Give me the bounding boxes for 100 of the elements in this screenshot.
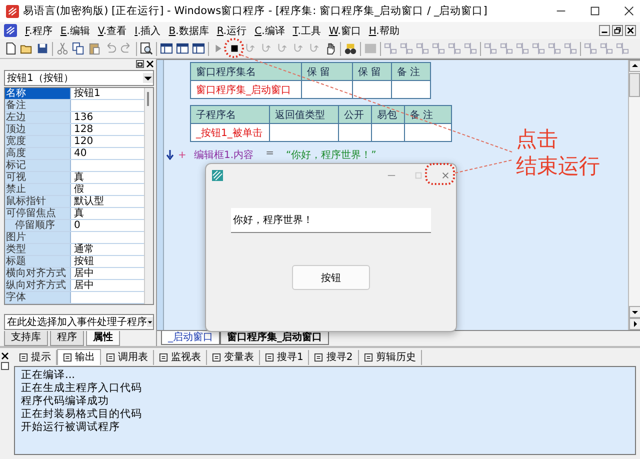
align-icon[interactable] [564, 42, 576, 55]
copy-icon[interactable] [72, 42, 84, 55]
property-name[interactable]: 类型 [5, 244, 70, 255]
object-selector[interactable]: 按钮1（按钮） [4, 70, 154, 86]
align-icon[interactable] [416, 42, 428, 55]
align-icon[interactable] [616, 42, 628, 55]
output-tab[interactable]: 监视表 [154, 350, 207, 364]
align-icon[interactable] [384, 42, 396, 55]
panel-tab[interactable]: 属性 [86, 331, 120, 346]
save-icon[interactable] [36, 42, 48, 55]
menu-item[interactable]: W.窗口 [328, 24, 361, 38]
editor-tab[interactable]: 窗口程序集_启动窗口 [220, 331, 329, 345]
menu-item[interactable]: T.工具 [292, 24, 321, 38]
text-field[interactable]: 你好，程序世界！ [231, 208, 431, 233]
table-header: 子程序名 [190, 106, 270, 124]
table-cell [302, 80, 352, 98]
table-cell [338, 124, 372, 142]
scroll-up-icon[interactable] [628, 60, 640, 72]
align-icon[interactable] [532, 42, 544, 55]
redo-icon[interactable] [120, 42, 132, 55]
output-tab[interactable]: 搜寻2 [309, 350, 359, 364]
output-tab[interactable]: 输出 [57, 349, 101, 365]
new-file-icon[interactable] [4, 42, 16, 55]
menu-item[interactable]: C.编译 [254, 24, 285, 38]
scroll-down-icon[interactable] [628, 306, 640, 318]
menu-item[interactable]: H.帮助 [368, 24, 400, 38]
property-name[interactable]: 停留顺序 [5, 220, 70, 231]
align-icon[interactable] [464, 42, 476, 55]
align-icon[interactable] [500, 42, 512, 55]
output-tab[interactable]: 搜寻1 [260, 350, 310, 364]
property-name[interactable]: 标题 [5, 256, 70, 267]
event-selector[interactable]: 在此处选择加入事件处理子程序 [4, 314, 154, 330]
property-name[interactable]: 宽度 [5, 136, 70, 147]
menu-item[interactable]: I.插入 [134, 24, 161, 38]
scrollbar[interactable] [628, 60, 640, 330]
scroll-right-icon[interactable] [628, 318, 640, 330]
property-name[interactable]: 顶边 [5, 124, 70, 135]
menu-item[interactable]: F.程序 [25, 24, 52, 38]
align-icon[interactable] [432, 42, 444, 55]
property-name[interactable]: 横向对齐方式 [5, 268, 70, 279]
panel-tab[interactable]: 程序 [50, 331, 84, 346]
property-name[interactable]: 图片 [5, 232, 70, 243]
align-icon[interactable] [516, 42, 528, 55]
window-title: 易语言(加密狗版) [正在运行] - Windows窗口程序 - [程序集: 窗口程序集_启动窗口 / _启动窗口] [23, 4, 488, 18]
close-icon[interactable] [624, 6, 634, 16]
property-name[interactable]: 字体 [5, 292, 70, 303]
menu-item[interactable]: E.编辑 [60, 24, 90, 38]
grid-icon[interactable] [364, 42, 376, 55]
property-name[interactable]: 高度 [5, 148, 70, 159]
close-icon[interactable] [1, 352, 9, 360]
table-cell [404, 124, 452, 142]
align-icon[interactable] [400, 42, 412, 55]
output-icon [63, 353, 72, 362]
property-name[interactable]: 左边 [5, 112, 70, 123]
output-line: 开始运行被调试程序 [21, 421, 121, 434]
app-icon [6, 4, 19, 18]
table-header: 保 留 [352, 62, 392, 80]
table-cell: 窗口程序集_启动窗口 [190, 80, 302, 98]
align-icon[interactable] [548, 42, 560, 55]
restore-icon[interactable] [1, 362, 9, 370]
minimize-icon[interactable] [599, 25, 610, 36]
scrollbar[interactable] [144, 88, 153, 304]
property-name[interactable]: 名称 [5, 88, 70, 99]
layout-icon[interactable] [176, 42, 188, 55]
expand-marker[interactable]: + [178, 150, 188, 160]
table-cell [372, 124, 404, 142]
align-icon[interactable] [484, 42, 496, 55]
property-name[interactable]: 备注 [5, 100, 70, 111]
restore-icon[interactable] [612, 25, 623, 36]
menu-item[interactable]: R.运行 [216, 24, 247, 38]
layout-icon[interactable] [192, 42, 204, 55]
paste-icon[interactable] [88, 42, 100, 55]
menu-item[interactable]: V.查看 [98, 24, 127, 38]
restore-icon[interactable] [136, 60, 144, 68]
panel-tab[interactable]: 支持库 [4, 331, 48, 346]
layout-icon[interactable] [160, 42, 172, 55]
output-tab[interactable]: 调用表 [101, 350, 154, 364]
property-name[interactable]: 可视 [5, 172, 70, 183]
binoculars-icon[interactable] [344, 42, 356, 55]
menu-item[interactable]: B.数据库 [168, 24, 209, 38]
align-icon[interactable] [600, 42, 612, 55]
table-cell [352, 80, 392, 98]
output-tab[interactable]: 剪辑历史 [358, 350, 422, 364]
dotted-highlight [425, 163, 455, 185]
table-header: 返回值类型 [270, 106, 338, 124]
align-icon[interactable] [584, 42, 596, 55]
scrollbar-thumb[interactable] [629, 73, 640, 97]
program-button[interactable]: 按钮 [292, 265, 370, 290]
property-name[interactable]: 鼠标指针 [5, 196, 70, 207]
property-name[interactable]: 标记 [5, 160, 70, 171]
scrollbar-thumb[interactable] [147, 92, 149, 106]
output-tab[interactable]: 变量表 [207, 350, 260, 364]
property-name[interactable]: 禁止 [5, 184, 70, 195]
property-name[interactable]: 可停留焦点 [5, 208, 70, 219]
editor-tab[interactable]: _启动窗口 [161, 331, 220, 345]
maximize-icon[interactable] [590, 6, 600, 16]
close-icon[interactable] [146, 60, 154, 68]
close-icon[interactable] [625, 25, 636, 36]
align-icon[interactable] [448, 42, 460, 55]
property-name[interactable]: 纵向对齐方式 [5, 280, 70, 291]
